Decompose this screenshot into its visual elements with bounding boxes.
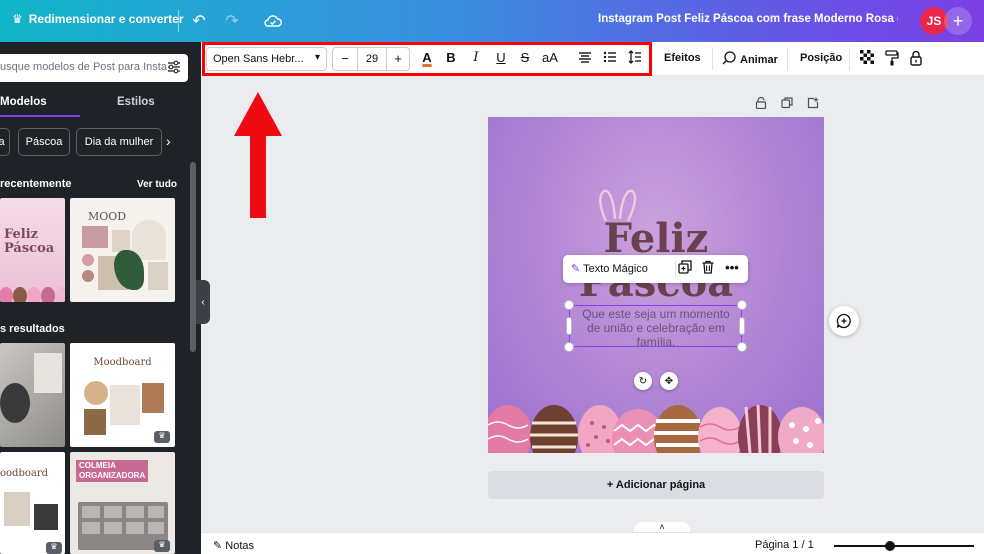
search-input[interactable]: usque modelos de Post para Insta [0,54,188,82]
undo-icon[interactable]: ↶ [188,10,210,32]
magic-text-label: Texto Mágico [583,263,648,275]
resize-label: Redimensionar e converter [28,12,184,26]
chair-image [142,383,164,413]
chip-a[interactable]: a [0,128,10,156]
lock-icon[interactable] [908,50,924,70]
resize-handle[interactable] [564,300,574,310]
trash-icon[interactable] [699,260,717,278]
text-selection-box [569,305,742,347]
add-page-button[interactable]: + Adicionar página [488,471,824,499]
photo-tile [34,504,58,530]
chip-pascoa[interactable]: Páscoa [18,128,70,156]
redo-icon[interactable]: ↷ [221,10,243,32]
transparency-icon[interactable] [859,50,875,70]
magic-wand-icon: ✎ [571,263,581,275]
animate-icon [722,51,736,68]
add-collaborator-button[interactable]: + [944,7,972,35]
template-thumb[interactable] [0,343,65,447]
page-indicator[interactable]: Página 1 / 1 [755,539,814,551]
thumb-title: MOOD [88,210,127,223]
photo-tile [110,385,140,425]
divider [178,10,179,32]
crown-icon: ♛ [154,431,170,443]
chip-dia-da-mulher[interactable]: Dia da mulher [76,128,162,156]
tab-models[interactable]: Modelos [0,96,47,108]
lock-page-icon[interactable] [755,96,769,111]
duplicate-page-icon[interactable] [781,97,795,111]
notes-icon: ✎ [213,540,223,552]
template-thumb[interactable]: MOOD [70,198,175,302]
photo-tile [34,353,62,393]
tab-styles[interactable]: Estilos [117,96,155,108]
effects-button[interactable]: Efeitos [664,52,701,64]
crown-icon: ♛ [12,12,23,26]
animate-button[interactable]: Animar [722,51,778,68]
swatch [82,270,94,282]
photo-tile [112,230,130,252]
add-page-icon[interactable] [807,97,821,111]
toolbar-highlight-box [202,42,652,76]
resize-handle[interactable] [737,342,747,352]
add-comment-icon[interactable] [829,306,859,336]
photo-tile [82,226,108,248]
side-handle[interactable] [566,317,572,335]
photo-tile [148,262,168,290]
crown-icon: ♛ [46,542,62,554]
crown-icon: ♛ [154,540,170,552]
divider [787,48,788,70]
notes-button[interactable]: ✎ Notas [213,539,254,552]
resize-button[interactable]: ♛ Redimensionar e converter [12,12,184,26]
notes-label: Notas [225,540,255,552]
chevron-right-icon[interactable]: › [166,133,171,149]
photo-shape [84,381,108,405]
resize-handle[interactable] [564,342,574,352]
element-context-menu: ✎ Texto Mágico ••• [563,255,748,283]
panel-tabs: Modelos Estilos [0,92,188,112]
top-bar: ♛ Redimensionar e converter ↶ ↷ Instagra… [0,0,984,42]
magic-text-button[interactable]: ✎ Texto Mágico [571,262,648,275]
plant-image [84,409,106,435]
duplicate-icon[interactable] [676,260,694,278]
results-section-title: s resultados [0,323,65,335]
filter-icon[interactable] [166,59,182,75]
divider [849,48,850,70]
templates-panel: usque modelos de Post para Insta Modelos… [0,42,201,554]
design-page[interactable]: Feliz Páscoa Que este seja um momento de… [488,117,824,453]
template-thumb[interactable]: Moodboard ♛ [70,343,175,447]
photo-tile [4,492,30,526]
photo-shape [0,383,30,423]
template-thumb[interactable]: Feliz Páscoa [0,198,65,302]
design-title[interactable]: Instagram Post Feliz Páscoa com frase Mo… [598,13,898,25]
category-chips: a Páscoa Dia da mulher › [0,128,190,156]
side-handle[interactable] [739,317,745,335]
resize-handle[interactable] [737,300,747,310]
divider [712,48,713,70]
easter-eggs-image [488,404,824,453]
swatch [82,254,94,266]
red-arrow-icon [232,92,284,222]
rotate-icon[interactable]: ↻ [634,372,652,390]
bottom-bar [201,532,984,554]
search-placeholder: usque modelos de Post para Insta [0,61,167,73]
animate-label: Animar [740,53,778,66]
thumb-title: oodboard [0,468,49,479]
thumb-title: Feliz Páscoa [4,227,55,256]
see-all-link[interactable]: Ver tudo [137,179,177,190]
paint-roller-icon[interactable] [884,50,900,70]
thumb-title: Moodboard [93,357,152,368]
template-thumb[interactable]: COLMEIA ORGANIZADORA ♛ [70,452,175,554]
position-button[interactable]: Posição [800,52,842,64]
more-options-icon[interactable]: ••• [723,260,741,278]
zoom-slider-knob[interactable] [885,541,895,551]
template-thumb[interactable]: oodboard ♛ [0,452,65,554]
eggs-image [0,284,65,302]
move-icon[interactable]: ✥ [660,372,678,390]
collapse-panel-button[interactable]: ‹ [196,280,210,324]
recent-section-title: recentemente [0,178,72,190]
zoom-slider[interactable] [834,545,974,547]
cloud-saved-icon[interactable] [262,10,284,32]
tab-underline [0,115,80,117]
thumb-title: COLMEIA ORGANIZADORA [76,460,149,482]
